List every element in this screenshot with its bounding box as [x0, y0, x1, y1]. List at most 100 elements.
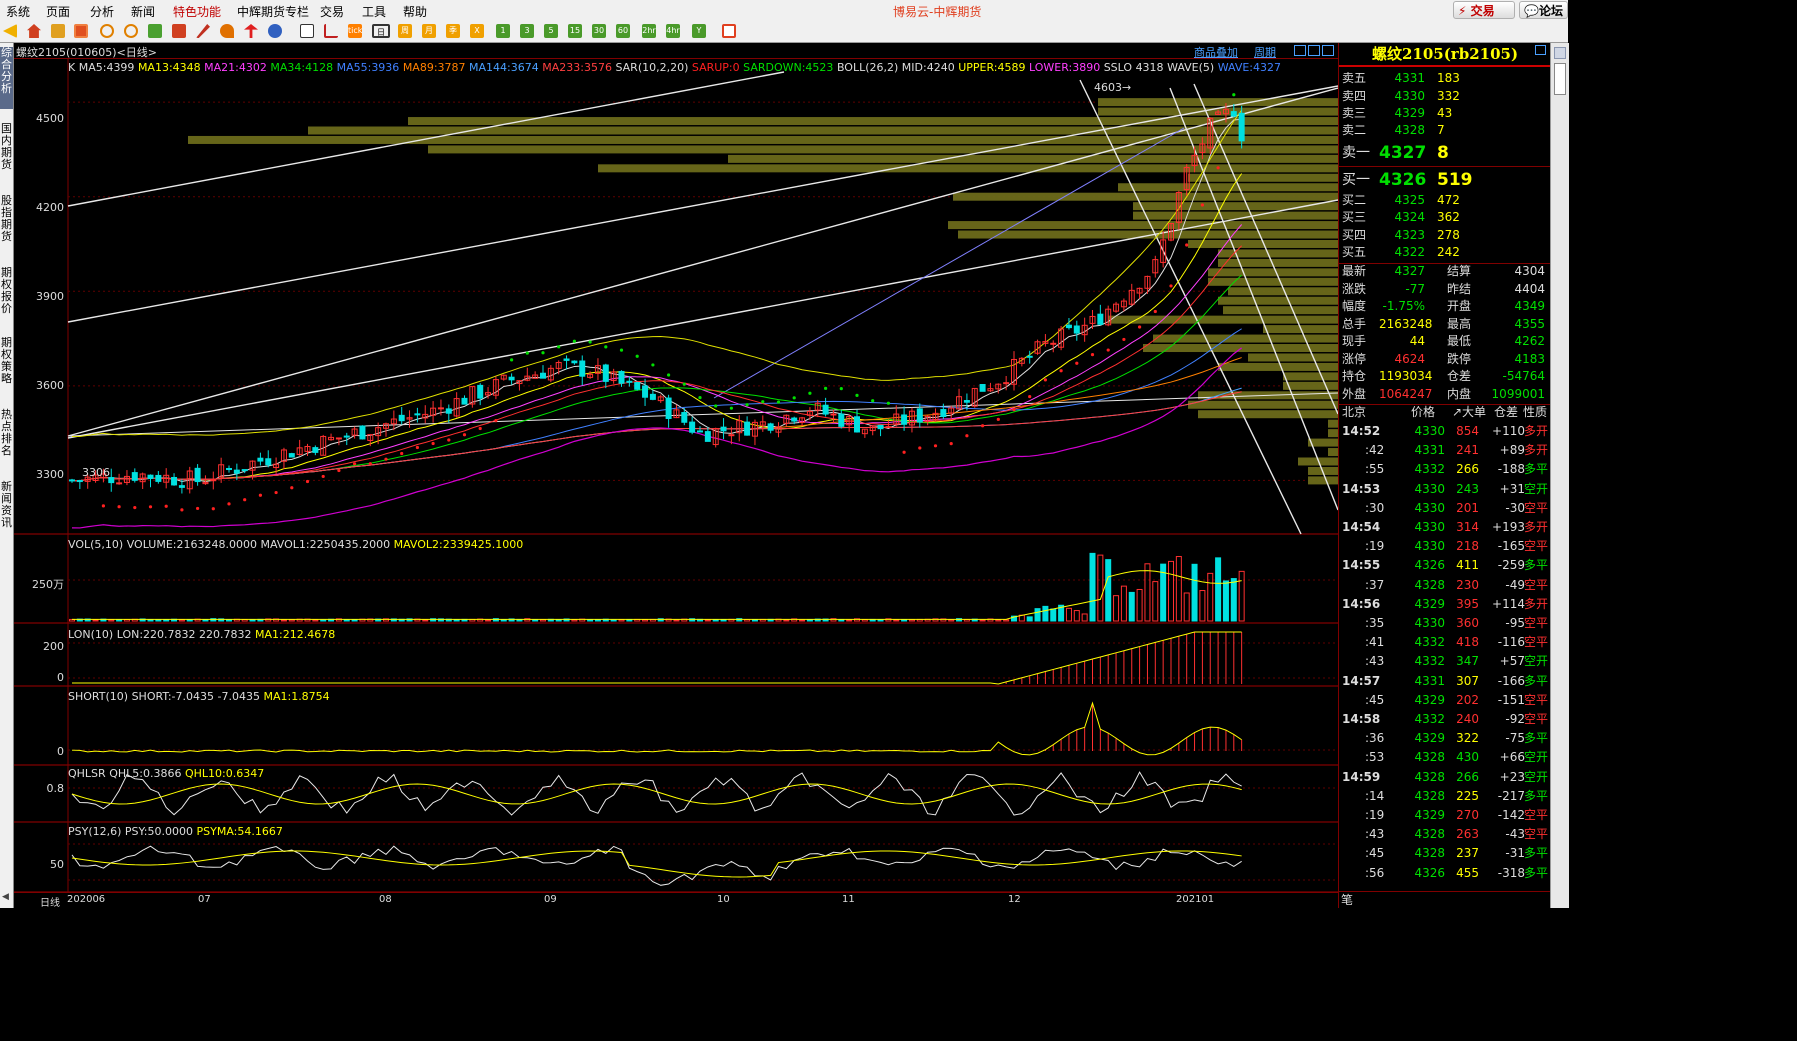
year-icon[interactable]: X	[470, 24, 484, 38]
side-tab-news[interactable]: 新闻资讯	[0, 481, 13, 543]
volume-bar	[422, 619, 429, 622]
tick-type: 空平	[1524, 692, 1549, 707]
week-icon[interactable]: 周	[398, 24, 412, 38]
maximize-icon[interactable]	[1294, 45, 1306, 56]
volume-bar	[1089, 552, 1096, 622]
draw-icon[interactable]	[220, 24, 234, 38]
stat-value-1: -77	[1405, 281, 1425, 296]
menu-analysis[interactable]: 分析	[90, 3, 114, 20]
main-legend-item-1: MA5:4399	[78, 61, 138, 74]
vol-y-tick: 250万	[32, 578, 64, 591]
side-tab-options-quote[interactable]: 期权报价	[0, 267, 13, 329]
menu-page[interactable]: 页面	[46, 3, 70, 20]
candle-body	[171, 476, 178, 486]
volume-profile-bar	[1198, 410, 1338, 419]
main-legend-item-18: WAVE(5)	[1167, 61, 1218, 74]
side-tab-index-futures[interactable]: 股指期货	[0, 195, 13, 257]
indicator-icon[interactable]	[268, 24, 282, 38]
line-chart-icon[interactable]	[324, 24, 338, 38]
tick-header-volume: ↗大单	[1452, 405, 1487, 419]
day-icon[interactable]: 日	[372, 24, 390, 38]
menu-features[interactable]: 特色功能	[173, 3, 221, 20]
list-icon[interactable]	[300, 24, 314, 38]
sar-dot	[353, 462, 357, 466]
hour2-icon[interactable]: 2hr	[642, 24, 656, 38]
restore-icon[interactable]	[1308, 45, 1320, 56]
menu-system[interactable]: 系统	[6, 3, 30, 20]
stat-value-6: 1193034	[1379, 369, 1433, 383]
folder-icon[interactable]	[51, 24, 65, 38]
tick-type: 空平	[1524, 616, 1549, 630]
hour4-icon[interactable]: 4hr	[666, 24, 680, 38]
sar-dot	[745, 403, 749, 407]
tick-icon[interactable]: tick	[348, 24, 362, 38]
panel-toggle-icon[interactable]	[1535, 45, 1546, 55]
stat-label2-6: 仓差	[1447, 369, 1472, 383]
sar-dot	[824, 386, 828, 390]
marker-icon[interactable]	[244, 24, 258, 38]
stat-label-7: 外盘	[1342, 386, 1367, 401]
min15-icon[interactable]: 15	[568, 24, 582, 38]
min1-icon[interactable]: 1	[496, 24, 510, 38]
search-icon[interactable]	[100, 24, 114, 38]
zoom-icon[interactable]	[124, 24, 138, 38]
forum-button-label: 论坛	[1538, 4, 1563, 18]
menu-news[interactable]: 新闻	[131, 3, 155, 20]
quote-table-icon[interactable]	[74, 24, 88, 38]
sar-dot	[949, 442, 953, 446]
min60-icon[interactable]: 60	[616, 24, 630, 38]
stat-label-5: 涨停	[1342, 351, 1367, 366]
window-icon[interactable]	[148, 24, 162, 38]
min30-icon[interactable]: 30	[592, 24, 606, 38]
side-tab-options-strategy[interactable]: 期权策略	[0, 337, 13, 399]
pen-icon[interactable]	[196, 24, 210, 38]
min5-icon[interactable]: 5	[544, 24, 558, 38]
tick-volume: 314	[1456, 520, 1479, 534]
volume-bar	[1097, 554, 1104, 622]
stat-value2-6: -54764	[1502, 369, 1545, 383]
back-icon[interactable]	[3, 24, 17, 38]
min3-icon[interactable]: 3	[520, 24, 534, 38]
tick-price: 4330	[1414, 424, 1445, 438]
tick-price: 4329	[1414, 596, 1445, 611]
season-icon[interactable]: 季	[446, 24, 460, 38]
tick-oi-change: -49	[1505, 577, 1525, 592]
stat-value-7: 1064247	[1379, 386, 1433, 401]
lon-legend-item-2: 220.7832	[199, 628, 255, 641]
custom-period-icon[interactable]: Y	[692, 24, 706, 38]
home-icon[interactable]	[27, 24, 41, 38]
vertical-scrollbar[interactable]	[1550, 43, 1569, 908]
vol-legend-item-3: MAVOL2:2339425.1000	[393, 538, 524, 551]
x-axis: 日线 202006 07 08 09 10 11 12 202101	[14, 892, 1338, 909]
stat-value2-2: 4349	[1514, 299, 1545, 313]
sar-dot	[525, 351, 529, 355]
side-tab-hot-rank[interactable]: 热点排名	[0, 409, 13, 471]
close-panel-icon[interactable]	[1322, 45, 1334, 56]
tick-volume: 307	[1456, 673, 1479, 688]
candle-body	[1050, 342, 1057, 345]
tick-oi-change: -95	[1505, 616, 1525, 630]
menu-tools[interactable]: 工具	[362, 3, 386, 20]
side-tab-analysis[interactable]: 综合分析	[0, 47, 13, 109]
bid-label-3: 买三	[1342, 210, 1367, 224]
side-tab-domestic-futures[interactable]: 国内期货	[0, 123, 13, 185]
calc-icon[interactable]	[722, 24, 736, 38]
menu-trade[interactable]: 交易	[320, 3, 344, 20]
scroll-up-icon[interactable]	[1554, 47, 1566, 59]
stat-label-6: 持仓	[1342, 369, 1367, 383]
forum-button[interactable]: 💬论坛	[1519, 1, 1568, 19]
candle-body	[681, 412, 688, 423]
menu-zhonghui-column[interactable]: 中辉期货专栏	[237, 3, 309, 20]
sar-dot	[1153, 309, 1157, 314]
tick-volume: 241	[1456, 443, 1479, 458]
month-icon[interactable]: 月	[422, 24, 436, 38]
scroll-thumb[interactable]	[1554, 63, 1566, 95]
tick-price: 4329	[1414, 692, 1445, 707]
layout-icon[interactable]	[172, 24, 186, 38]
tick-time: 14:53	[1342, 481, 1381, 496]
trade-button[interactable]: ⚡ 交易	[1453, 1, 1515, 19]
menu-help[interactable]: 帮助	[403, 3, 427, 20]
collapse-arrow-icon[interactable]: ◀	[2, 892, 9, 902]
volume-bar	[312, 619, 319, 622]
sar-dot	[510, 358, 514, 362]
